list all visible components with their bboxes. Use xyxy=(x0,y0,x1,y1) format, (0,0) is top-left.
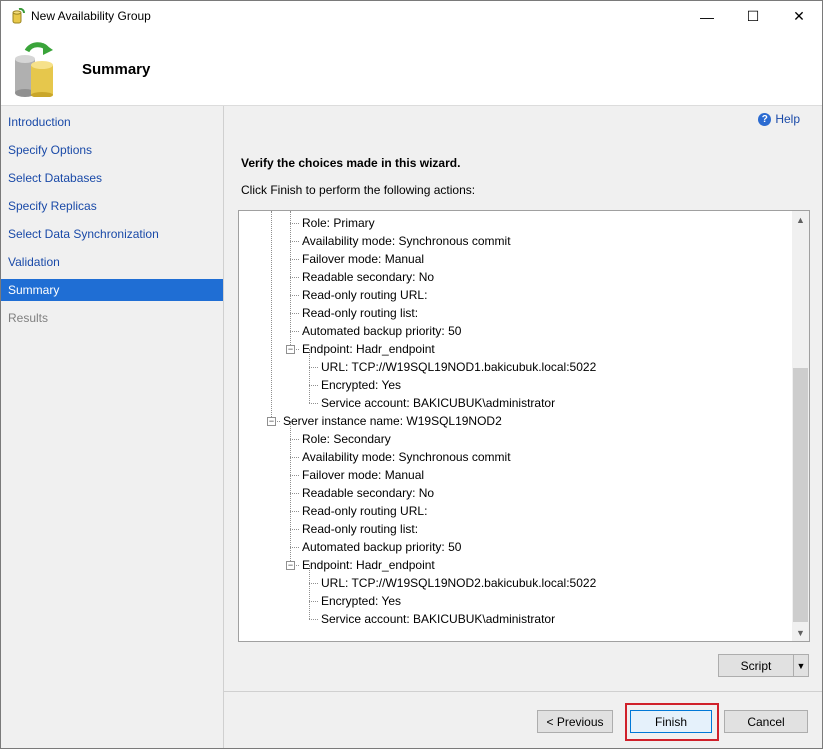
tree-branch-line xyxy=(290,241,299,242)
tree-node: Service account: BAKICUBUK\administrator xyxy=(321,396,556,410)
tree-node: Read-only routing URL: xyxy=(302,288,428,302)
tree-branch-line xyxy=(309,403,318,404)
collapse-toggle-icon[interactable]: − xyxy=(286,345,295,354)
tree-node: Read-only routing list: xyxy=(302,306,419,320)
tree-node: Role: Secondary xyxy=(302,432,391,446)
tree-node: URL: TCP://W19SQL19NOD2.bakicubuk.local:… xyxy=(321,576,597,590)
tree-node: Failover mode: Manual xyxy=(302,252,425,266)
tree-branch-line xyxy=(309,367,318,368)
tree-branch-line xyxy=(290,259,299,260)
sidebar-item-summary[interactable]: Summary xyxy=(1,279,223,301)
tree-branch-line xyxy=(309,385,318,386)
tree-node: Failover mode: Manual xyxy=(302,468,425,482)
minimize-button[interactable]: — xyxy=(684,1,730,32)
tree-node: Read-only routing URL: xyxy=(302,504,428,518)
collapse-toggle-icon[interactable]: − xyxy=(286,561,295,570)
tree-branch-line xyxy=(309,601,318,602)
app-icon xyxy=(10,7,26,24)
tree-branch-line xyxy=(290,223,299,224)
tree-node: Encrypted: Yes xyxy=(321,594,402,608)
tree-node: Encrypted: Yes xyxy=(321,378,402,392)
sidebar-item-validation[interactable]: Validation xyxy=(1,251,223,273)
help-label: Help xyxy=(775,112,800,126)
database-cylinder-icon xyxy=(13,41,61,98)
script-dropdown-arrow-icon[interactable]: ▼ xyxy=(793,654,809,677)
sidebar-item-select-databases[interactable]: Select Databases xyxy=(1,167,223,189)
page-title: Summary xyxy=(82,61,151,78)
tree-node: Endpoint: Hadr_endpoint xyxy=(302,342,435,356)
window-title: New Availability Group xyxy=(31,9,151,23)
cancel-button[interactable]: Cancel xyxy=(724,710,808,733)
tree-node: Availability mode: Synchronous commit xyxy=(302,234,511,248)
sidebar-item-select-data-synchronization[interactable]: Select Data Synchronization xyxy=(1,223,223,245)
sidebar-item-specify-replicas[interactable]: Specify Replicas xyxy=(1,195,223,217)
collapse-toggle-icon[interactable]: − xyxy=(267,417,276,426)
tree-node: Server instance name: W19SQL19NOD2 xyxy=(283,414,502,428)
sidebar-item-introduction[interactable]: Introduction xyxy=(1,111,223,133)
tree-branch-line xyxy=(290,457,299,458)
tree-branch-line xyxy=(290,313,299,314)
tree-node: Readable secondary: No xyxy=(302,270,435,284)
tree-branch-line xyxy=(290,331,299,332)
help-icon: ? xyxy=(758,112,772,126)
wizard-main: ? Help Verify the choices made in this w… xyxy=(224,106,822,748)
button-separator xyxy=(224,691,822,692)
wizard-header: Summary xyxy=(1,32,822,106)
scroll-down-arrow-icon[interactable]: ▼ xyxy=(792,624,809,641)
tree-node: Automated backup priority: 50 xyxy=(302,540,462,554)
previous-button[interactable]: < Previous xyxy=(537,710,613,733)
tree-branch-line xyxy=(290,439,299,440)
tree-guide-line xyxy=(271,211,272,421)
tree-node: Availability mode: Synchronous commit xyxy=(302,450,511,464)
tree-branch-line xyxy=(309,619,318,620)
wizard-window: New Availability Group — ☐ ✕ Summary Int… xyxy=(0,0,823,749)
tree-branch-line xyxy=(309,583,318,584)
scroll-thumb[interactable] xyxy=(793,368,808,622)
maximize-button[interactable]: ☐ xyxy=(730,1,776,32)
sidebar-item-specify-options[interactable]: Specify Options xyxy=(1,139,223,161)
tree-node: Read-only routing list: xyxy=(302,522,419,536)
tree-branch-line xyxy=(290,493,299,494)
tree-node: Role: Primary xyxy=(302,216,375,230)
tree-node: Readable secondary: No xyxy=(302,486,435,500)
verify-heading: Verify the choices made in this wizard. xyxy=(241,156,461,170)
close-button[interactable]: ✕ xyxy=(776,1,822,32)
tree-branch-line xyxy=(290,529,299,530)
summary-tree[interactable]: Role: Primary Availability mode: Synchron… xyxy=(238,210,810,642)
sidebar-item-results: Results xyxy=(8,311,49,325)
wizard-sidebar: Introduction Specify Options Select Data… xyxy=(1,106,224,748)
finish-button[interactable]: Finish xyxy=(630,710,712,733)
tree-node: Endpoint: Hadr_endpoint xyxy=(302,558,435,572)
scroll-up-arrow-icon[interactable]: ▲ xyxy=(792,211,809,228)
title-bar: New Availability Group — ☐ ✕ xyxy=(1,1,822,32)
tree-scrollbar[interactable]: ▲ ▼ xyxy=(792,211,809,641)
tree-branch-line xyxy=(290,475,299,476)
tree-node: Service account: BAKICUBUK\administrator xyxy=(321,612,556,626)
script-button[interactable]: Script xyxy=(718,654,794,677)
tree-branch-line xyxy=(290,295,299,296)
tree-branch-line xyxy=(290,277,299,278)
tree-node: Automated backup priority: 50 xyxy=(302,324,462,338)
tree-branch-line xyxy=(290,511,299,512)
help-link[interactable]: ? Help xyxy=(758,112,800,126)
tree-branch-line xyxy=(290,547,299,548)
tree-node: URL: TCP://W19SQL19NOD1.bakicubuk.local:… xyxy=(321,360,597,374)
instruction-text: Click Finish to perform the following ac… xyxy=(241,183,476,197)
tree-guide-line xyxy=(290,211,291,349)
